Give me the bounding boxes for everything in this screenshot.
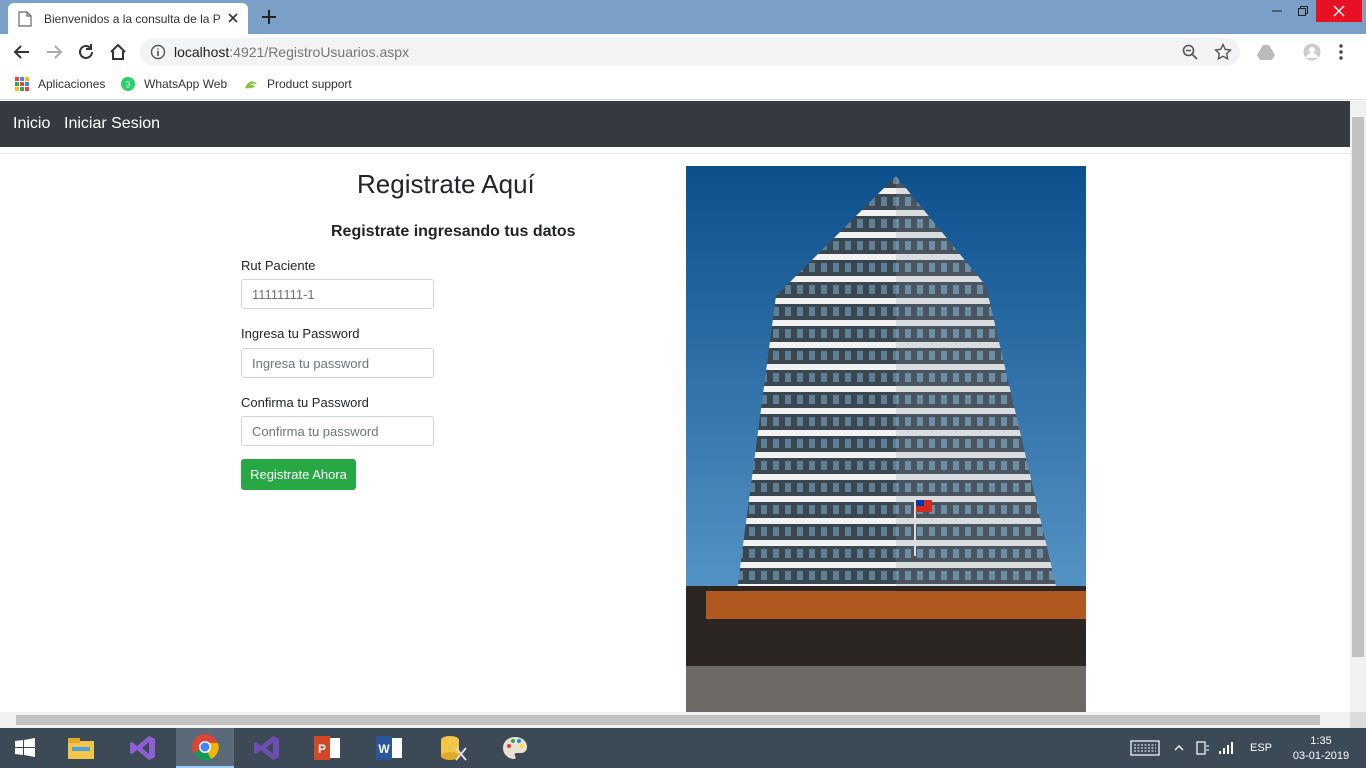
- horizontal-scroll-thumb[interactable]: [16, 715, 1320, 725]
- address-bar[interactable]: localhost:4921/RegistroUsuarios.aspx: [140, 38, 1240, 66]
- browser-tab[interactable]: Bienvenidos a la consulta de la P: [8, 3, 248, 34]
- building-photo: [686, 166, 1086, 712]
- chevron-up-icon: [1174, 745, 1184, 751]
- register-button[interactable]: Registrate Ahora: [241, 459, 356, 490]
- nav-link-login[interactable]: Iniciar Sesion: [64, 115, 160, 133]
- clock-date: 03-01-2019: [1292, 750, 1350, 762]
- taskbar-clock[interactable]: 1:35 03-01-2019: [1286, 734, 1356, 764]
- taskbar-powerpoint[interactable]: P: [298, 728, 356, 768]
- site-navbar: Inicio Iniciar Sesion: [0, 101, 1350, 147]
- visual-studio-icon: [254, 736, 279, 760]
- word-icon: W: [376, 736, 402, 760]
- apps-grid-icon: [15, 77, 29, 91]
- zoom-icon[interactable]: [1182, 44, 1198, 60]
- bookmark-label: Product support: [267, 77, 352, 91]
- profile-avatar-icon[interactable]: [1302, 43, 1322, 61]
- password-label: Ingresa tu Password: [241, 326, 360, 341]
- back-button[interactable]: [12, 42, 32, 62]
- home-icon: [110, 43, 126, 60]
- svg-text:W: W: [378, 742, 390, 756]
- bookmark-product-support[interactable]: Product support: [243, 76, 352, 92]
- chrome-menu-icon[interactable]: [1336, 43, 1346, 61]
- database-tool-icon: [441, 736, 467, 761]
- reload-icon: [79, 44, 93, 59]
- power-status[interactable]: [1194, 728, 1210, 768]
- keyboard-tray[interactable]: [1130, 728, 1160, 768]
- taskbar-visual-studio[interactable]: [114, 728, 172, 768]
- confirm-password-label: Confirma tu Password: [241, 395, 369, 410]
- vertical-scroll-thumb[interactable]: [1352, 117, 1364, 657]
- taskbar-paint[interactable]: [486, 728, 544, 768]
- rut-label: Rut Paciente: [241, 258, 316, 273]
- touch-keyboard-icon: [1130, 740, 1160, 756]
- close-window-button[interactable]: [1316, 0, 1362, 22]
- taskbar-sql-tool[interactable]: [424, 728, 482, 768]
- browser-title-bar: Bienvenidos a la consulta de la P: [0, 0, 1366, 34]
- restore-window-button[interactable]: [1288, 0, 1318, 22]
- scrollbar-corner: [1350, 712, 1366, 728]
- clock-time: 1:35: [1310, 735, 1332, 747]
- whatsapp-icon: 3: [121, 77, 135, 91]
- bookmark-whatsapp[interactable]: 3 WhatsApp Web: [120, 76, 227, 92]
- page-viewport: Inicio Iniciar Sesion Registrate Aquí Re…: [0, 101, 1350, 712]
- paint-palette-icon: [503, 737, 527, 759]
- home-button[interactable]: [108, 42, 128, 62]
- language-indicator[interactable]: ESP: [1250, 728, 1272, 768]
- taskbar-chrome[interactable]: [176, 728, 234, 768]
- navbar-divider: [0, 153, 1350, 154]
- close-tab-icon[interactable]: [226, 11, 240, 25]
- forward-arrow-icon: [47, 45, 63, 59]
- minimize-icon: [1272, 10, 1282, 12]
- close-window-icon: [1333, 5, 1345, 17]
- start-button[interactable]: [0, 728, 50, 768]
- bookmark-label: WhatsApp Web: [144, 77, 228, 91]
- taskbar-file-explorer[interactable]: [52, 728, 110, 768]
- page-favicon-icon: [18, 10, 32, 27]
- chrome-icon: [192, 734, 219, 761]
- bookmark-star-icon[interactable]: [1214, 43, 1232, 61]
- horizontal-scrollbar[interactable]: [0, 712, 1350, 728]
- signal-bars-icon: [1219, 742, 1233, 754]
- reload-button[interactable]: [76, 42, 96, 62]
- powerpoint-icon: P: [314, 736, 340, 760]
- tab-title: Bienvenidos a la consulta de la P: [44, 11, 221, 26]
- browser-toolbar: localhost:4921/RegistroUsuarios.aspx: [0, 34, 1366, 70]
- bookmarks-bar: Aplicaciones 3 WhatsApp Web Product supp…: [0, 70, 1366, 100]
- back-arrow-icon: [13, 45, 29, 59]
- svg-text:3: 3: [125, 80, 130, 90]
- windows-logo-icon: [15, 738, 35, 757]
- rut-input[interactable]: [241, 279, 434, 309]
- site-info-icon[interactable]: [150, 44, 166, 60]
- vertical-scrollbar[interactable]: [1350, 101, 1366, 712]
- url-path: :4921/RegistroUsuarios.aspx: [229, 44, 410, 60]
- taskbar-visual-studio-2[interactable]: [238, 728, 296, 768]
- forward-button[interactable]: [44, 42, 64, 62]
- show-hidden-icons[interactable]: [1174, 728, 1184, 768]
- confirm-password-input[interactable]: [241, 416, 434, 446]
- battery-plug-icon: [1196, 741, 1209, 755]
- visual-studio-icon: [130, 736, 155, 760]
- page-subtitle: Registrate ingresando tus datos: [331, 223, 576, 240]
- svg-text:P: P: [318, 742, 326, 756]
- product-support-icon: [245, 81, 257, 89]
- nav-link-home[interactable]: Inicio: [13, 115, 50, 133]
- bookmark-apps[interactable]: Aplicaciones: [14, 76, 105, 92]
- url-host: localhost: [174, 44, 230, 60]
- file-explorer-icon: [68, 738, 94, 759]
- url-text[interactable]: localhost:4921/RegistroUsuarios.aspx: [174, 44, 409, 60]
- new-tab-icon[interactable]: [260, 8, 278, 26]
- bookmark-label: Aplicaciones: [38, 77, 106, 91]
- drive-extension-icon[interactable]: [1256, 43, 1276, 61]
- network-status[interactable]: [1218, 728, 1234, 768]
- page-title: Registrate Aquí: [357, 169, 535, 199]
- restore-icon: [1298, 6, 1308, 16]
- password-input[interactable]: [241, 348, 434, 378]
- taskbar-word[interactable]: W: [360, 728, 418, 768]
- windows-taskbar: P W ESP 1:35 03-01-2019: [0, 728, 1366, 768]
